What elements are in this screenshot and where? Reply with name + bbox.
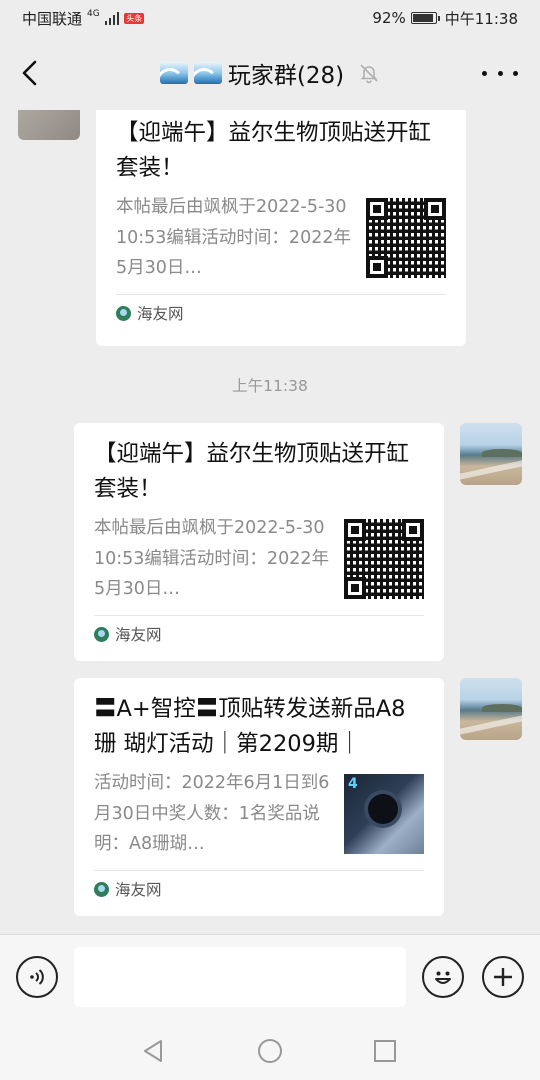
haiyou-logo-icon (94, 881, 109, 897)
card-title: 【迎端午】益尔生物顶贴送开缸套装！ (116, 120, 432, 181)
nav-recents-button[interactable] (370, 1036, 400, 1066)
status-bar: 中国联通 4G 头条 92% 中午11:38 (0, 0, 540, 36)
card-source-label: 海友网 (137, 305, 184, 323)
signal-icon (104, 11, 120, 25)
status-left: 中国联通 4G 头条 (22, 8, 145, 29)
nav-back-icon (144, 1040, 162, 1062)
card-source: 海友网 (94, 869, 424, 908)
qr-code-thumbnail (366, 198, 446, 278)
battery-icon (410, 12, 440, 24)
card-title: 〓A+智控〓顶贴转发送新品A8珊 瑚灯活动｜第2209期｜ (94, 696, 406, 757)
wave-emoji-icon (159, 62, 188, 84)
nav-home-icon (258, 1039, 282, 1063)
message-input-bar (0, 934, 540, 1022)
card-title: 【迎端午】益尔生物顶贴送开缸套装！ (94, 441, 410, 502)
self-avatar[interactable] (460, 678, 522, 740)
card-body: 活动时间：2022年6月1日到6月30日中奖人数：1名奖品说明：A8珊瑚… (94, 768, 424, 860)
card-description: 本帖最后由飒枫于2022-5-3010:53编辑活动时间：2022年5月30日… (94, 518, 329, 599)
sender-avatar[interactable] (18, 110, 80, 140)
voice-button[interactable] (16, 956, 58, 998)
card-source: 海友网 (116, 293, 446, 332)
qr-code-thumbnail (344, 519, 424, 599)
chat-message-list[interactable]: 【迎端午】益尔生物顶贴送开缸套装！ 本帖最后由飒枫于2022-5-3010:53… (0, 110, 540, 934)
plus-button[interactable] (482, 956, 524, 998)
card-description: 本帖最后由飒枫于2022-5-3010:53编辑活动时间：2022年5月30日… (116, 197, 351, 278)
message-text-input[interactable] (74, 947, 406, 1007)
link-card-message[interactable]: 【迎端午】益尔生物顶贴送开缸套装！ 本帖最后由飒枫于2022-5-3010:53… (74, 423, 444, 661)
product-thumbnail (344, 774, 424, 854)
more-dots-icon (482, 70, 487, 76)
card-body: 本帖最后由飒枫于2022-5-3010:53编辑活动时间：2022年5月30日… (116, 192, 446, 284)
card-source: 海友网 (94, 614, 424, 653)
card-description: 活动时间：2022年6月1日到6月30日中奖人数：1名奖品说明：A8珊瑚… (94, 773, 330, 854)
system-nav-bar (0, 1022, 540, 1080)
message-timestamp: 上午11:38 (232, 377, 308, 395)
haiyou-logo-icon (116, 305, 131, 321)
status-right: 92% 中午11:38 (372, 8, 518, 29)
card-source-label: 海友网 (115, 626, 162, 644)
self-avatar[interactable] (460, 423, 522, 485)
card-body: 本帖最后由飒枫于2022-5-3010:53编辑活动时间：2022年5月30日… (94, 513, 424, 605)
news-badge: 头条 (124, 12, 145, 24)
nav-back-button[interactable] (139, 1036, 169, 1066)
chat-title: 玩家群(28) (227, 63, 345, 89)
battery-percent: 92% (372, 9, 406, 27)
nav-home-button[interactable] (255, 1036, 285, 1066)
nav-recents-icon (374, 1040, 396, 1062)
wave-emoji-icon (193, 62, 222, 84)
chat-header: 玩家群(28) (0, 36, 540, 110)
haiyou-logo-icon (94, 626, 109, 642)
link-card-message[interactable]: 【迎端午】益尔生物顶贴送开缸套装！ 本帖最后由飒枫于2022-5-3010:53… (96, 110, 466, 346)
emoji-icon (435, 971, 451, 984)
card-source-label: 海友网 (115, 881, 162, 899)
carrier-label: 中国联通 (22, 9, 83, 28)
network-type-label: 4G (87, 8, 100, 19)
emoji-button[interactable] (422, 956, 464, 998)
back-arrow-icon[interactable] (14, 56, 48, 90)
plus-icon (494, 968, 512, 986)
chat-title-group: 玩家群(28) (159, 56, 380, 90)
voice-icon (30, 969, 44, 985)
more-options-button[interactable] (482, 60, 518, 86)
bell-muted-icon (360, 64, 378, 84)
clock: 中午11:38 (444, 9, 518, 28)
link-card-message[interactable]: 〓A+智控〓顶贴转发送新品A8珊 瑚灯活动｜第2209期｜ 活动时间：2022年… (74, 678, 444, 916)
